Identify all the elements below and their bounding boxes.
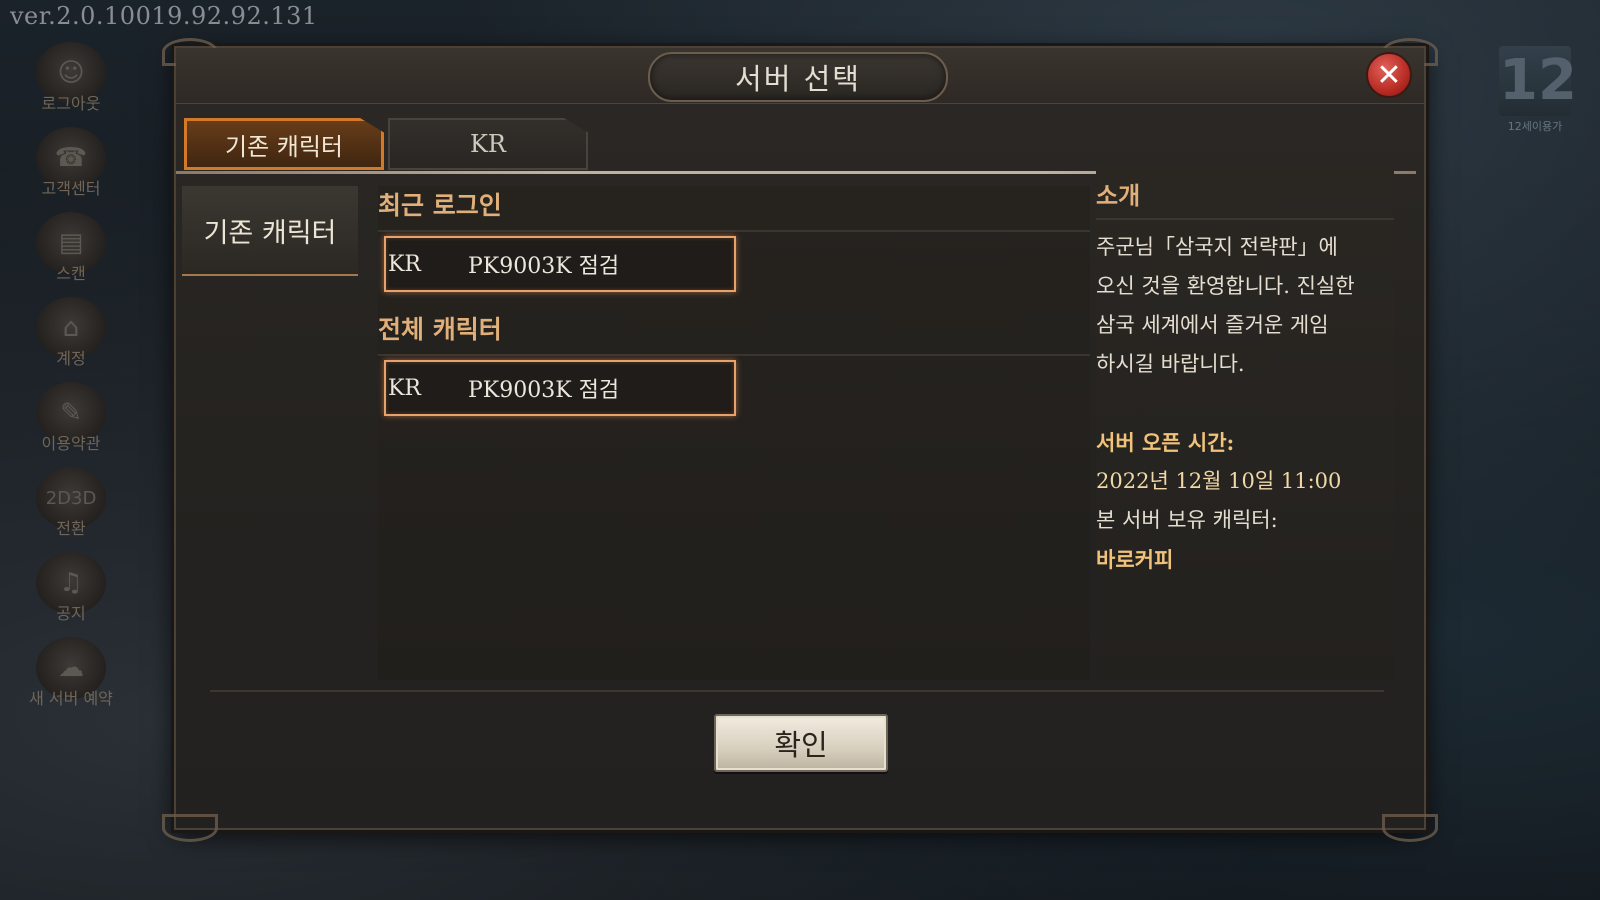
- recent-login-title: 최근 로그인: [378, 186, 1090, 232]
- server-select-dialog: 서버 선택 ✕ 기존 캐릭터 KR 기존 캐릭터 최근 로그인 KR PK900…: [162, 38, 1438, 842]
- confirm-button[interactable]: 확인: [714, 714, 888, 772]
- tab-kr[interactable]: KR: [388, 118, 588, 170]
- recent-server-row[interactable]: KR PK9003K 점검: [384, 236, 736, 292]
- sidebar-item-label: 이용약관: [41, 434, 101, 453]
- age-rating-number: 12: [1499, 46, 1577, 116]
- sidebar-item-logout[interactable]: ☺ 로그아웃: [18, 42, 124, 127]
- sidebar-item-account[interactable]: ⌂ 계정: [18, 297, 124, 382]
- sidebar: ☺ 로그아웃 ☎ 고객센터 ▤ 스캔 ⌂ 계정 ✎ 이용약관 2D3D 전환 ♫…: [18, 42, 124, 722]
- sidebar-item-switch[interactable]: 2D3D 전환: [18, 467, 124, 552]
- close-button[interactable]: ✕: [1366, 52, 1412, 98]
- server-name: PK9003K 점검: [468, 378, 620, 403]
- tab-bar: 기존 캐릭터 KR: [184, 118, 592, 170]
- dialog-title-plate: 서버 선택: [648, 52, 948, 102]
- intro-panel: 소개 주군님「삼국지 전략판」에 오신 것을 환영합니다. 진실한 삼국 세계에…: [1096, 166, 1394, 680]
- server-name: PK9003K 점검: [468, 254, 620, 279]
- sidebar-item-new-server-reservation[interactable]: ☁ 새 서버 예약: [18, 637, 124, 722]
- corner-ornament: [1382, 814, 1438, 842]
- sidebar-item-label: 고객센터: [41, 179, 101, 198]
- version-label: ver.2.0.10019.92.92.131: [10, 2, 318, 30]
- sidebar-item-terms[interactable]: ✎ 이용약관: [18, 382, 124, 467]
- corner-ornament: [162, 814, 218, 842]
- server-open-time: 2022년 12월 10일 11:00: [1096, 469, 1342, 493]
- server-list-panel: 최근 로그인 KR PK9003K 점검 전체 캐릭터 KR PK9003K 점…: [378, 186, 1090, 680]
- close-icon: ✕: [1376, 57, 1402, 93]
- sidebar-item-scan[interactable]: ▤ 스캔: [18, 212, 124, 297]
- footer-divider: [210, 690, 1384, 692]
- sidebar-item-customer-center[interactable]: ☎ 고객센터: [18, 127, 124, 212]
- sidebar-item-notice[interactable]: ♫ 공지: [18, 552, 124, 637]
- sidebar-item-label: 전환: [56, 519, 86, 538]
- sidebar-item-label: 새 서버 예약: [29, 689, 113, 708]
- sidebar-item-label: 로그아웃: [41, 94, 101, 113]
- tab-existing-characters[interactable]: 기존 캐릭터: [184, 118, 384, 170]
- intro-line: 주군님「삼국지 전략판」에: [1096, 235, 1338, 259]
- server-open-label: 서버 오픈 시간:: [1096, 430, 1235, 455]
- intro-line: 오신 것을 환영합니다. 진실한: [1096, 274, 1355, 298]
- sidebar-item-label: 계정: [56, 349, 86, 368]
- all-server-row[interactable]: KR PK9003K 점검: [384, 360, 736, 416]
- intro-line: 하시길 바랍니다.: [1096, 352, 1245, 376]
- age-rating-label: 12세이용가: [1507, 120, 1563, 133]
- category-existing-characters[interactable]: 기존 캐릭터: [182, 186, 358, 276]
- server-region: KR: [388, 375, 421, 401]
- all-characters-title: 전체 캐릭터: [378, 310, 1090, 356]
- age-rating-badge: 12 12세이용가: [1496, 46, 1577, 134]
- sidebar-item-label: 공지: [56, 604, 86, 623]
- owned-character-name: 바로커피: [1096, 547, 1174, 572]
- server-region: KR: [388, 251, 421, 277]
- intro-description: 주군님「삼국지 전략판」에 오신 것을 환영합니다. 진실한 삼국 세계에서 즐…: [1096, 228, 1394, 384]
- dialog-title: 서버 선택: [735, 62, 861, 96]
- intro-title: 소개: [1096, 166, 1394, 220]
- intro-line: 삼국 세계에서 즐거운 게임: [1096, 313, 1329, 337]
- sidebar-item-label: 스캔: [56, 264, 86, 283]
- owned-character-label: 본 서버 보유 캐릭터:: [1096, 508, 1278, 532]
